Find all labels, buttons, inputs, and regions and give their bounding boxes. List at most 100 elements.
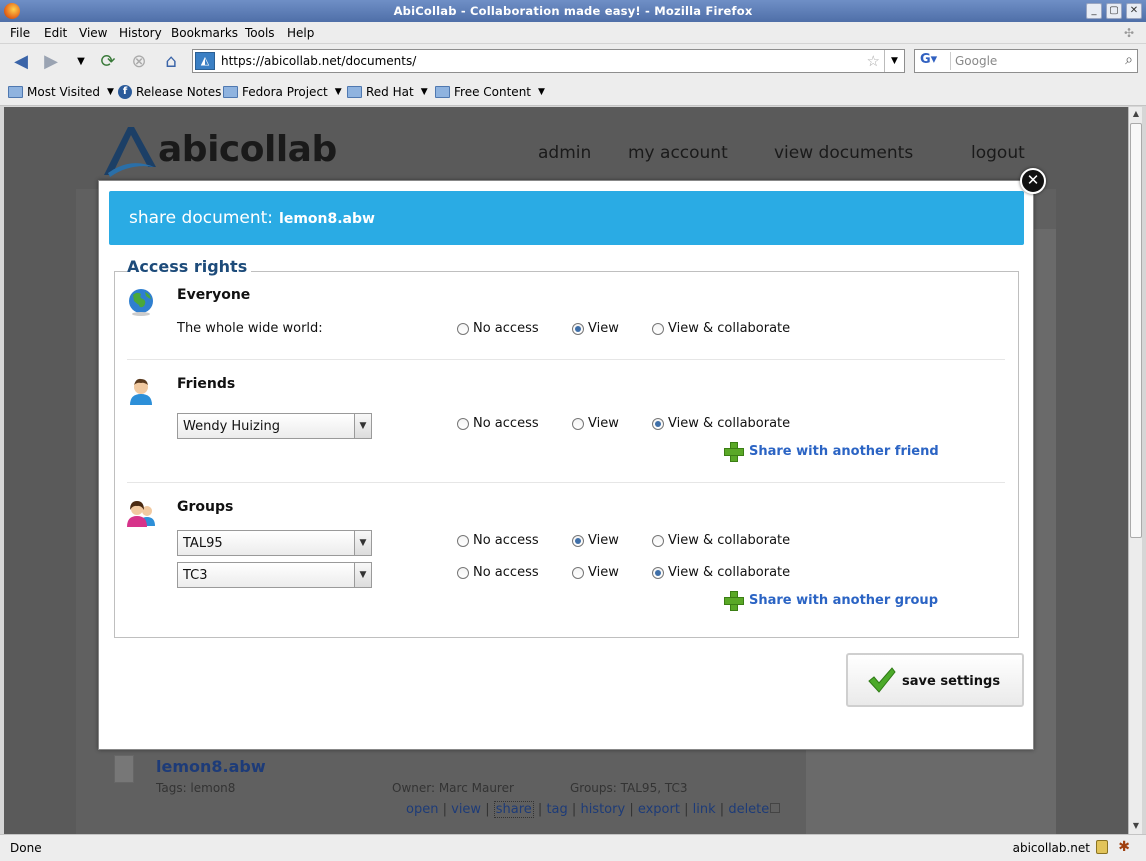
fedora-icon: f	[118, 85, 132, 99]
scroll-down-icon[interactable]: ▼	[1130, 819, 1142, 833]
status-domain[interactable]: abicollab.net	[1013, 841, 1090, 855]
forward-arrow-icon[interactable]: ▶	[40, 50, 62, 72]
scrollbar-thumb[interactable]	[1130, 123, 1142, 538]
separator: |	[629, 802, 634, 817]
chevron-down-icon[interactable]: ▼	[354, 531, 371, 555]
radio-dot	[457, 417, 469, 430]
group1-view-collaborate-radio[interactable]: View & collaborate	[652, 533, 790, 548]
url-bar[interactable]: ◭ https://abicollab.net/documents/ ☆ ▼	[192, 49, 905, 73]
radio-label: View & collaborate	[668, 565, 791, 580]
radio-dot	[457, 322, 469, 335]
site-logo-text[interactable]: abicollab	[158, 129, 337, 170]
nav-admin[interactable]: admin	[538, 143, 591, 163]
bookmark-free-content[interactable]: Free Content ▼	[435, 85, 545, 99]
groups-title: Groups	[177, 499, 234, 515]
radio-dot	[457, 534, 469, 547]
friend-person-icon	[130, 378, 152, 405]
document-select-checkbox[interactable]	[770, 803, 780, 813]
share-with-another-group-link[interactable]: Share with another group	[723, 590, 938, 611]
menu-edit[interactable]: Edit	[44, 26, 67, 40]
url-text[interactable]: https://abicollab.net/documents/	[221, 54, 416, 68]
action-export[interactable]: export	[638, 802, 680, 817]
url-dropdown-icon[interactable]: ▼	[884, 50, 904, 72]
bookmark-label: Red Hat	[366, 85, 414, 99]
menu-help[interactable]: Help	[287, 26, 314, 40]
nav-view-documents[interactable]: view documents	[774, 143, 913, 163]
history-dropdown-icon[interactable]: ▼	[70, 50, 92, 72]
save-settings-button[interactable]: save settings	[846, 653, 1024, 707]
group2-view-radio[interactable]: View	[572, 565, 619, 580]
action-tag[interactable]: tag	[546, 802, 567, 817]
menu-tools[interactable]: Tools	[245, 26, 275, 40]
radio-label: View	[588, 565, 619, 580]
back-arrow-icon[interactable]: ◀	[10, 50, 32, 72]
everyone-view-radio[interactable]: View	[572, 321, 619, 336]
section-divider	[127, 359, 1005, 360]
firebug-icon[interactable]: ✱	[1118, 839, 1130, 855]
nav-my-account[interactable]: my account	[628, 143, 728, 163]
folder-icon	[435, 86, 450, 98]
plus-icon	[723, 590, 744, 611]
friend-view-collaborate-radio[interactable]: View & collaborate	[652, 416, 790, 431]
stop-icon[interactable]: ⊗	[128, 50, 150, 72]
everyone-title: Everyone	[177, 287, 251, 303]
bookmark-red-hat[interactable]: Red Hat ▼	[347, 85, 428, 99]
search-box[interactable]: G▾ Google ⌕	[914, 49, 1138, 73]
menu-file[interactable]: File	[10, 26, 30, 40]
chevron-down-icon[interactable]: ▼	[354, 414, 371, 438]
search-placeholder[interactable]: Google	[955, 54, 997, 68]
friends-title: Friends	[177, 376, 236, 392]
group-select-2[interactable]: TC3 ▼	[177, 562, 372, 588]
friend-no-access-radio[interactable]: No access	[457, 416, 539, 431]
everyone-no-access-radio[interactable]: No access	[457, 321, 539, 336]
group-select-1[interactable]: TAL95 ▼	[177, 530, 372, 556]
abicollab-logo-icon	[104, 127, 156, 177]
bookmark-star-icon[interactable]: ☆	[867, 52, 880, 70]
menu-bookmarks[interactable]: Bookmarks	[171, 26, 238, 40]
throbber-icon: ✣	[1124, 26, 1135, 40]
vertical-scrollbar[interactable]: ▲ ▼	[1128, 107, 1142, 834]
bookmark-release-notes[interactable]: f Release Notes	[118, 85, 221, 99]
group2-view-collaborate-radio[interactable]: View & collaborate	[652, 565, 790, 580]
site-identity-icon[interactable]: ◭	[195, 52, 215, 70]
group-people-icon	[127, 501, 155, 527]
radio-dot	[652, 534, 664, 547]
group1-no-access-radio[interactable]: No access	[457, 533, 539, 548]
close-dialog-icon[interactable]: ✕	[1020, 168, 1046, 194]
menu-history[interactable]: History	[119, 26, 162, 40]
group1-view-radio[interactable]: View	[572, 533, 619, 548]
friend-view-radio[interactable]: View	[572, 416, 619, 431]
dialog-header: share document: lemon8.abw	[109, 191, 1024, 245]
group2-no-access-radio[interactable]: No access	[457, 565, 539, 580]
bookmark-label: Fedora Project	[242, 85, 328, 99]
action-share[interactable]: share	[493, 801, 534, 818]
globe-icon	[129, 289, 153, 316]
close-window-icon[interactable]: ✕	[1126, 3, 1142, 19]
search-icon[interactable]: ⌕	[1125, 52, 1133, 68]
action-history[interactable]: history	[580, 802, 625, 817]
action-delete[interactable]: delete	[728, 802, 769, 817]
nav-logout[interactable]: logout	[971, 143, 1025, 163]
minimize-icon[interactable]: _	[1086, 3, 1102, 19]
bookmark-fedora-project[interactable]: Fedora Project ▼	[223, 85, 342, 99]
reload-icon[interactable]: ⟳	[97, 50, 119, 72]
document-title-link[interactable]: lemon8.abw	[156, 757, 266, 776]
share-with-another-friend-link[interactable]: Share with another friend	[723, 441, 939, 462]
chevron-down-icon: ▼	[334, 87, 342, 97]
separator: |	[684, 802, 689, 817]
search-engine-icon[interactable]: G▾	[917, 52, 951, 70]
action-link[interactable]: link	[693, 802, 716, 817]
bookmark-most-visited[interactable]: Most Visited ▼	[8, 85, 114, 99]
scroll-up-icon[interactable]: ▲	[1130, 107, 1142, 121]
radio-label: No access	[473, 565, 539, 580]
folder-icon	[223, 86, 238, 98]
home-icon[interactable]: ⌂	[160, 50, 182, 72]
everyone-view-collaborate-radio[interactable]: View & collaborate	[652, 321, 790, 336]
action-open[interactable]: open	[406, 802, 438, 817]
friend-select[interactable]: Wendy Huizing ▼	[177, 413, 372, 439]
menu-view[interactable]: View	[79, 26, 107, 40]
padlock-icon[interactable]	[1096, 840, 1108, 854]
maximize-icon[interactable]: ▢	[1106, 3, 1122, 19]
chevron-down-icon[interactable]: ▼	[354, 563, 371, 587]
action-view[interactable]: view	[451, 802, 481, 817]
